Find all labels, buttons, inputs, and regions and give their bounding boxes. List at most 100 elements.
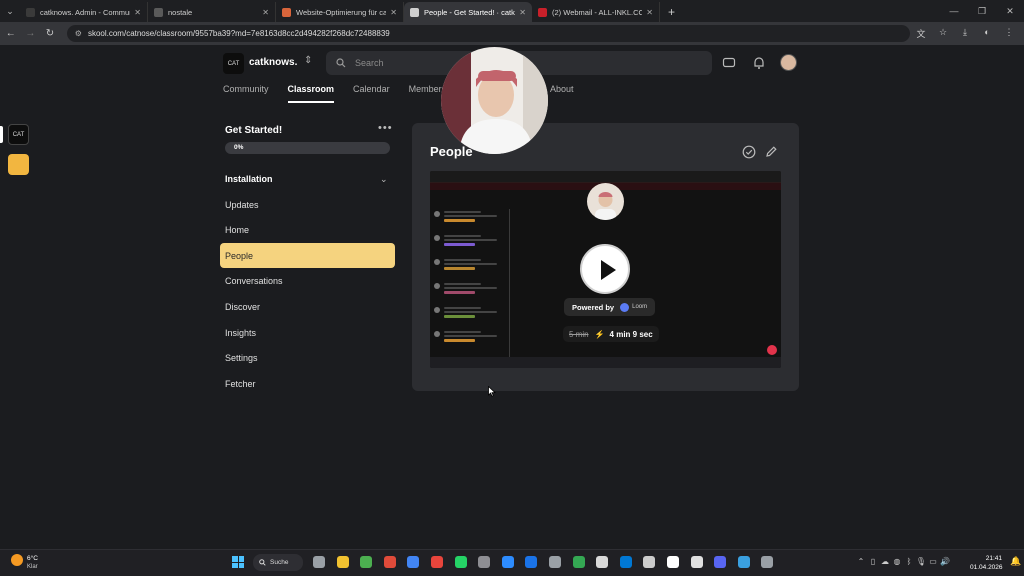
loom-powered-badge[interactable]: Powered by Loom — [564, 298, 656, 316]
back-icon[interactable]: ← — [2, 28, 20, 39]
tray-cloud-icon[interactable]: ☁ — [879, 557, 891, 566]
lesson-item[interactable]: Conversations — [220, 269, 395, 294]
close-tab-icon[interactable]: ✕ — [134, 8, 141, 17]
lesson-item[interactable]: Discover — [220, 294, 395, 319]
lesson-item[interactable]: Home — [220, 218, 395, 243]
group-name[interactable]: catknows. — [249, 57, 297, 68]
tab-title: catknows. Admin - Community — [40, 7, 130, 17]
tab-search-icon[interactable]: ⌄ — [0, 0, 20, 22]
main-nav: Community Classroom Calendar Members — [223, 84, 465, 103]
tray-overflow-icon[interactable]: ⌃ — [855, 557, 867, 566]
taskbar-app-icon[interactable] — [501, 556, 514, 568]
group-switcher-icon[interactable]: ⇕ — [304, 55, 312, 66]
translate-icon[interactable]: 文 — [910, 27, 932, 40]
tab-title: People - Get Started! · catknow — [424, 7, 515, 17]
section-title[interactable]: Installation — [225, 174, 273, 184]
reload-icon[interactable]: ↻ — [41, 28, 59, 39]
menu-icon[interactable]: ⋮ — [998, 27, 1020, 40]
taskbar-app-icon[interactable] — [643, 556, 656, 568]
windows-start-icon[interactable] — [232, 556, 244, 568]
close-tab-icon[interactable]: ✕ — [519, 8, 526, 17]
taskbar-app-icon[interactable] — [761, 556, 774, 568]
taskbar-search[interactable]: Suche — [253, 554, 303, 571]
new-tab-button[interactable]: + — [660, 2, 683, 22]
video-frame-row — [434, 257, 506, 281]
edit-pencil-icon[interactable] — [765, 145, 778, 158]
taskbar-app-icon[interactable] — [313, 556, 325, 568]
restore-icon[interactable]: ❐ — [968, 0, 996, 22]
taskbar-app-icon[interactable] — [525, 556, 538, 568]
rail-group-catknows[interactable]: CAT — [8, 124, 29, 145]
rail-group-other[interactable] — [8, 154, 29, 175]
tray-bluetooth-icon[interactable]: ᛒ — [903, 557, 915, 566]
browser-tab[interactable]: Website-Optimierung für cat-k ✕ — [276, 2, 404, 22]
browser-tab[interactable]: catknows. Admin - Community ✕ — [20, 2, 148, 22]
taskbar-app-icon[interactable] — [596, 556, 609, 568]
lesson-item[interactable]: Insights — [220, 320, 395, 345]
taskbar-app-icon[interactable] — [407, 556, 420, 568]
tray-display-icon[interactable]: ▭ — [927, 557, 939, 566]
browser-tab[interactable]: (2) Webmail - ALL-INKL.COM -✕ — [532, 2, 660, 22]
close-tab-icon[interactable]: ✕ — [390, 8, 397, 17]
tab-about[interactable]: About — [550, 84, 574, 94]
taskbar-app-icon[interactable] — [431, 556, 443, 568]
notification-icon[interactable]: 🔔 — [1010, 556, 1021, 567]
play-button[interactable] — [580, 244, 630, 294]
taskbar-app-icon[interactable] — [383, 556, 396, 568]
close-window-icon[interactable]: ✕ — [996, 0, 1024, 22]
minimize-icon[interactable]: — — [940, 0, 968, 22]
taskbar-app-icon[interactable] — [336, 556, 349, 568]
taskbar-app-icon[interactable] — [714, 556, 727, 568]
tab-classroom[interactable]: Classroom — [287, 84, 335, 103]
video-frame-list — [434, 209, 506, 359]
site-info-icon[interactable]: ⚙ — [75, 29, 82, 38]
address-bar[interactable]: ⚙ skool.com/catnose/classroom/9557ba39?m… — [66, 25, 910, 42]
tray-app-icon[interactable]: ▯ — [867, 557, 879, 566]
search-icon — [336, 58, 346, 68]
taskbar-app-icon[interactable] — [360, 556, 373, 568]
lesson-item[interactable]: Updates — [220, 192, 395, 217]
video-frame-row — [434, 305, 506, 329]
tab-list: catknows. Admin - Community✕nostale✕Webs… — [20, 0, 660, 22]
download-icon[interactable]: ⤓ — [954, 27, 976, 40]
tab-calendar[interactable]: Calendar — [353, 84, 390, 103]
course-title: Get Started! — [225, 125, 283, 136]
weather-icon[interactable] — [11, 554, 23, 566]
taskbar-app-icon[interactable] — [619, 556, 632, 568]
browser-toolbar: ← → ↻ ⚙ skool.com/catnose/classroom/9557… — [0, 22, 1024, 45]
taskbar-app-icon[interactable] — [549, 556, 561, 568]
lesson-item[interactable]: Fetcher — [220, 371, 395, 396]
tray-network-icon[interactable]: ◍ — [891, 557, 903, 566]
browser-tab[interactable]: nostale ✕ — [148, 2, 276, 22]
bookmark-star-icon[interactable]: ☆ — [932, 27, 954, 40]
chat-icon[interactable] — [722, 56, 736, 70]
play-icon — [601, 260, 616, 280]
taskbar-app-icon[interactable] — [454, 556, 467, 568]
tab-community[interactable]: Community — [223, 84, 269, 103]
browser-tab[interactable]: People - Get Started! · catknow ✕ — [404, 2, 532, 22]
lesson-label: Discover — [225, 301, 261, 312]
lesson-item[interactable]: Settings — [220, 346, 395, 371]
video-frame-topbar — [430, 171, 781, 183]
taskbar-app-icon[interactable] — [478, 556, 491, 568]
course-progress-label: 0% — [234, 144, 244, 151]
taskbar-clock[interactable]: 21:41 01.04.2026 — [970, 554, 1003, 572]
taskbar-app-icon[interactable] — [572, 556, 585, 568]
taskbar-app-icon[interactable] — [690, 556, 703, 568]
taskbar-app-icon[interactable] — [667, 556, 679, 568]
close-tab-icon[interactable]: ✕ — [262, 8, 269, 17]
notification-bell-icon[interactable] — [752, 56, 766, 70]
tray-mic-icon[interactable]: 🎙 — [915, 557, 927, 566]
user-avatar[interactable] — [780, 54, 797, 71]
forward-icon[interactable]: → — [22, 28, 40, 39]
course-more-icon[interactable]: ••• — [378, 122, 393, 134]
close-tab-icon[interactable]: ✕ — [646, 8, 653, 17]
mark-complete-icon[interactable] — [742, 145, 756, 159]
taskbar-app-icon[interactable] — [737, 556, 750, 568]
lesson-item[interactable]: People — [220, 243, 395, 269]
profile-icon[interactable]: ◐ — [976, 27, 998, 40]
group-logo[interactable]: CAT — [223, 53, 244, 74]
video-frame-row — [434, 281, 506, 305]
tray-volume-icon[interactable]: 🔊 — [939, 557, 951, 566]
chevron-down-icon[interactable]: ⌄ — [380, 174, 388, 185]
